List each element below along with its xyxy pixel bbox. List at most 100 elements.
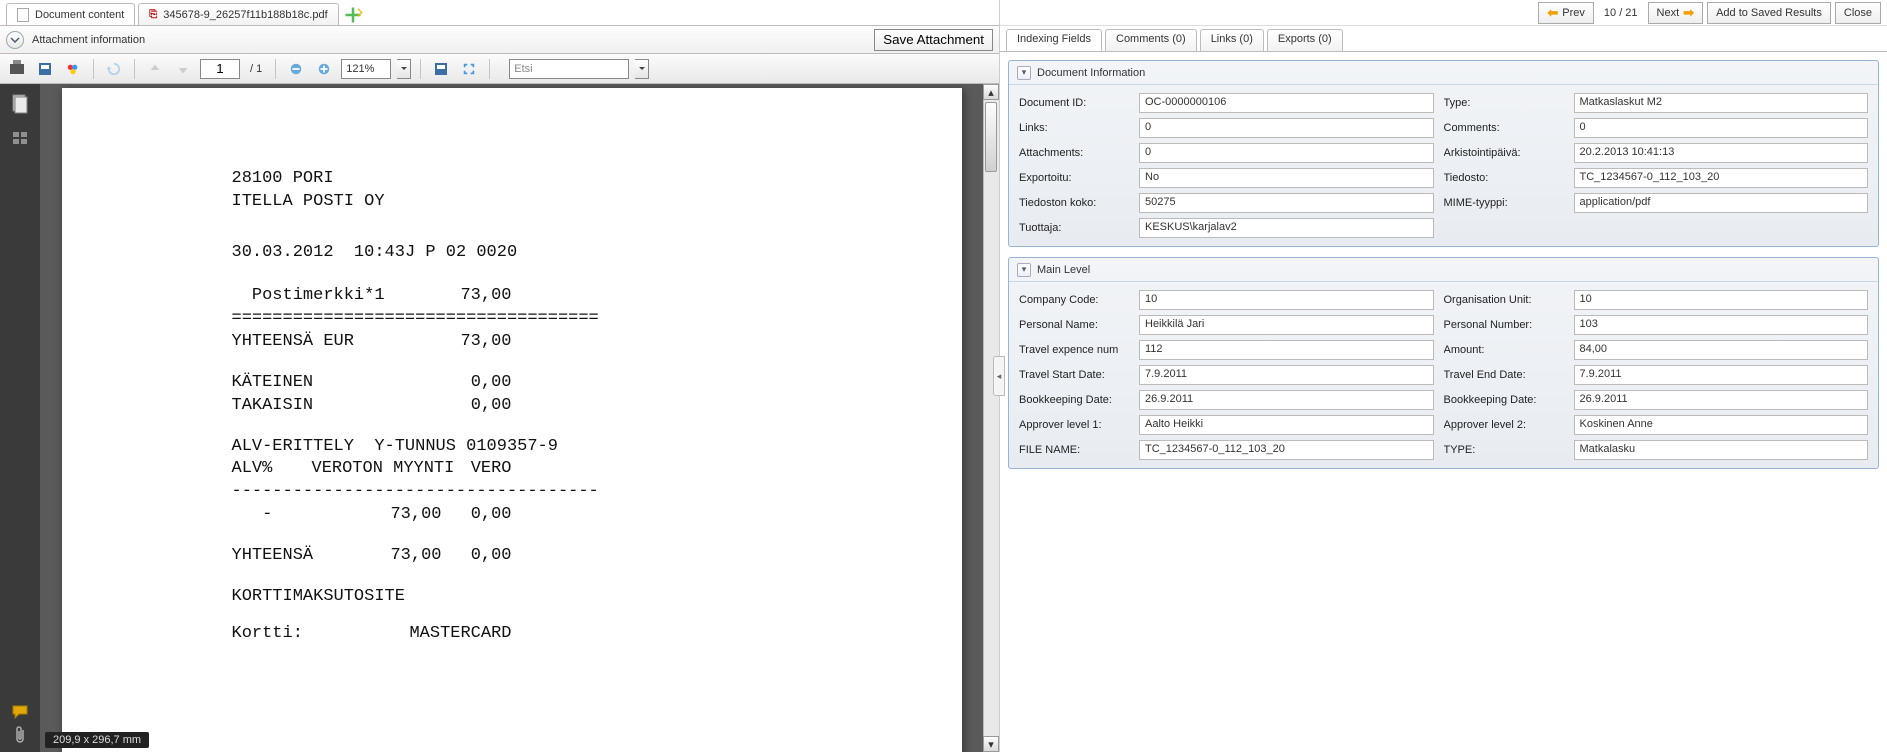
scroll-down-button[interactable]: ▾ xyxy=(983,736,999,752)
field-value[interactable]: Matkaslaskut M2 xyxy=(1574,93,1869,113)
field-value[interactable]: Aalto Heikki xyxy=(1139,415,1434,435)
field-label: FILE NAME: xyxy=(1019,444,1129,456)
next-button[interactable]: Next➡ xyxy=(1648,2,1704,24)
receipt-text: KORTTIMAKSUTOSITE xyxy=(232,586,792,609)
field-value[interactable]: 26.9.2011 xyxy=(1139,390,1434,410)
search-dropdown-button[interactable] xyxy=(635,59,649,79)
zoom-out-button[interactable] xyxy=(285,58,307,80)
scroll-thumb[interactable] xyxy=(985,102,997,172)
field-value[interactable]: 0 xyxy=(1574,118,1869,138)
field-value[interactable]: 0 xyxy=(1139,118,1434,138)
collapse-icon: ▾ xyxy=(1017,263,1031,277)
field-label: Bookkeeping Date: xyxy=(1019,394,1129,406)
field-value[interactable]: 7.9.2011 xyxy=(1574,365,1869,385)
receipt-text: 73,00 xyxy=(362,545,442,568)
print-button[interactable] xyxy=(6,58,28,80)
expand-attachment-button[interactable] xyxy=(6,31,24,49)
tab-document-content[interactable]: Document content xyxy=(6,3,135,25)
pages-panel-button[interactable] xyxy=(11,94,29,114)
field-value[interactable]: TC_1234567-0_112_103_20 xyxy=(1139,440,1434,460)
scroll-up-button[interactable]: ▴ xyxy=(983,84,999,100)
document-icon xyxy=(17,8,29,22)
field-label: Document ID: xyxy=(1019,97,1129,109)
field-value[interactable]: 0 xyxy=(1139,143,1434,163)
field-value[interactable]: No xyxy=(1139,168,1434,188)
page-up-button[interactable] xyxy=(144,58,166,80)
attachment-label: Attachment information xyxy=(32,34,145,46)
field-label: Tuottaja: xyxy=(1019,222,1129,234)
bookmark-icon xyxy=(11,128,29,148)
record-position: 10 / 21 xyxy=(1598,7,1644,19)
field-value[interactable]: Matkalasku xyxy=(1574,440,1869,460)
prev-button[interactable]: ⬅Prev xyxy=(1538,2,1594,24)
field-label: Organisation Unit: xyxy=(1444,294,1564,306)
field-value[interactable]: 7.9.2011 xyxy=(1139,365,1434,385)
arrow-left-icon: ⬅ xyxy=(1547,5,1558,21)
attachments-panel-button[interactable] xyxy=(11,726,29,746)
zoom-dropdown-button[interactable] xyxy=(397,59,411,79)
field-label: Tiedoston koko: xyxy=(1019,197,1129,209)
receipt-text: Kortti: xyxy=(232,623,303,646)
page-scroll-area[interactable]: 28100 PORI ITELLA POSTI OY 30.03.2012 10… xyxy=(40,84,999,752)
vertical-scrollbar[interactable]: ▴ ▾ xyxy=(983,84,999,752)
field-label: Tiedosto: xyxy=(1444,172,1564,184)
field-value[interactable]: TC_1234567-0_112_103_20 xyxy=(1574,168,1869,188)
page-down-button[interactable] xyxy=(172,58,194,80)
collapse-splitter[interactable]: ◂ xyxy=(993,356,1005,396)
field-value[interactable]: 84,00 xyxy=(1574,340,1869,360)
undo-button[interactable] xyxy=(103,58,125,80)
bookmarks-panel-button[interactable] xyxy=(11,128,29,148)
field-value[interactable]: OC-0000000106 xyxy=(1139,93,1434,113)
receipt-text: 73,00 xyxy=(460,331,511,354)
field-value[interactable]: application/pdf xyxy=(1574,193,1869,213)
color-tool-button[interactable] xyxy=(62,58,84,80)
zoom-level-input[interactable]: 121% xyxy=(341,59,391,79)
search-placeholder: Etsi xyxy=(514,63,532,75)
tab-comments[interactable]: Comments (0) xyxy=(1105,29,1197,51)
add-saved-button[interactable]: Add to Saved Results xyxy=(1707,2,1831,24)
save-attachment-button[interactable]: Save Attachment xyxy=(874,29,993,51)
receipt-text: - xyxy=(232,504,362,527)
close-button[interactable]: Close xyxy=(1835,2,1881,24)
panel-header[interactable]: ▾ Document Information xyxy=(1009,61,1878,85)
zoom-in-button[interactable] xyxy=(313,58,335,80)
field-value[interactable]: 50275 xyxy=(1139,193,1434,213)
field-label: Exportoitu: xyxy=(1019,172,1129,184)
tab-links[interactable]: Links (0) xyxy=(1200,29,1264,51)
caret-down-icon xyxy=(400,65,408,73)
receipt-text: ITELLA POSTI OY xyxy=(232,191,792,214)
tab-indexing-fields[interactable]: Indexing Fields xyxy=(1006,29,1102,51)
field-value[interactable]: 112 xyxy=(1139,340,1434,360)
receipt-text: MASTERCARD xyxy=(409,623,511,646)
receipt-text: 0,00 xyxy=(471,395,512,418)
field-value[interactable]: 10 xyxy=(1574,290,1869,310)
add-tab-button[interactable] xyxy=(342,5,364,25)
search-input[interactable]: Etsi xyxy=(509,59,629,79)
comments-panel-button[interactable] xyxy=(11,702,29,722)
receipt-text: 0,00 xyxy=(471,372,512,395)
page-number-input[interactable] xyxy=(200,59,240,79)
field-value[interactable]: 26.9.2011 xyxy=(1574,390,1869,410)
save-as-button[interactable] xyxy=(430,58,452,80)
tab-label: Document content xyxy=(35,9,124,21)
field-value[interactable]: 10 xyxy=(1139,290,1434,310)
zoom-minus-icon xyxy=(289,62,303,76)
arrow-right-icon: ➡ xyxy=(1683,5,1694,21)
receipt-text: 73,00 xyxy=(460,285,511,308)
field-value[interactable]: Koskinen Anne xyxy=(1574,415,1869,435)
chevron-down-icon xyxy=(10,35,20,45)
field-value[interactable]: Heikkilä Jari xyxy=(1139,315,1434,335)
field-value[interactable]: 103 xyxy=(1574,315,1869,335)
tab-pdf-file[interactable]: ⎘ 345678-9_26257f11b188b18c.pdf xyxy=(138,3,338,25)
field-value[interactable]: KESKUS\karjalav2 xyxy=(1139,218,1434,238)
save-button[interactable] xyxy=(34,58,56,80)
panel-title: Document Information xyxy=(1037,67,1145,79)
tab-label: 345678-9_26257f11b188b18c.pdf xyxy=(163,9,327,21)
paperclip-icon xyxy=(11,726,29,746)
panel-header[interactable]: ▾ Main Level xyxy=(1009,258,1878,282)
receipt-text: YHTEENSÄ xyxy=(232,545,362,568)
tab-exports[interactable]: Exports (0) xyxy=(1267,29,1343,51)
fit-page-button[interactable] xyxy=(458,58,480,80)
field-value[interactable]: 20.2.2013 10:41:13 xyxy=(1574,143,1869,163)
field-label: Travel End Date: xyxy=(1444,369,1564,381)
